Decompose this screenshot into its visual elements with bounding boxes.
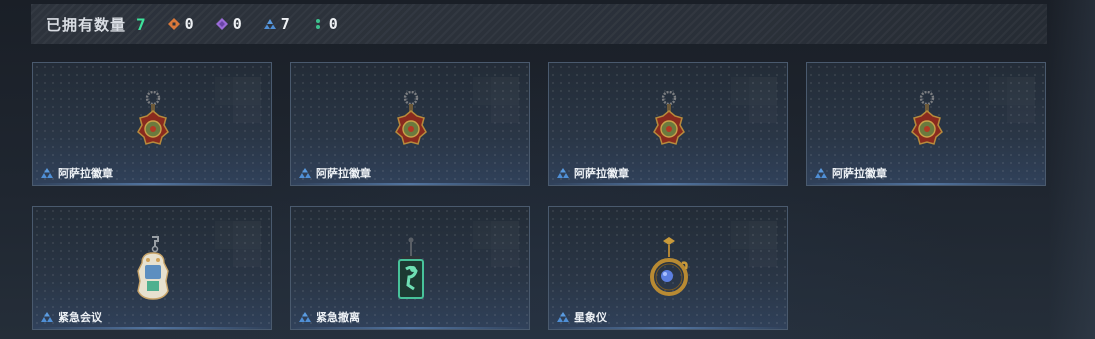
rarity-counter-green-value: 0 xyxy=(328,15,338,33)
item-card[interactable]: 阿萨拉徽章 xyxy=(548,62,788,186)
green-dots-icon xyxy=(315,19,320,29)
item-card[interactable]: 阿萨拉徽章 xyxy=(290,62,530,186)
item-name: 紧急撤离 xyxy=(316,311,360,324)
item-card[interactable]: 阿萨拉徽章 xyxy=(806,62,1046,186)
emergency-meeting-pendant-icon xyxy=(137,236,169,300)
item-name: 星象仪 xyxy=(574,311,607,324)
asala-badge-icon xyxy=(911,90,943,145)
item-name: 阿萨拉徽章 xyxy=(574,167,629,180)
owned-count-value: 7 xyxy=(136,14,146,34)
blue-triangle-icon xyxy=(41,168,53,178)
rarity-counter-purple-value: 0 xyxy=(232,15,242,33)
item-name: 阿萨拉徽章 xyxy=(316,167,371,180)
rarity-counter-orange: 0 xyxy=(167,15,194,33)
item-card[interactable]: 阿萨拉徽章 xyxy=(32,62,272,186)
item-name: 阿萨拉徽章 xyxy=(58,167,113,180)
asala-badge-icon xyxy=(653,90,685,145)
astrolabe-pendant-icon xyxy=(650,237,688,296)
rarity-counter-green: 0 xyxy=(312,15,338,33)
rarity-counter-purple: 0 xyxy=(215,15,242,33)
item-card[interactable]: 紧急撤离 xyxy=(290,206,530,330)
blue-triangle-icon xyxy=(299,168,311,178)
asala-badge-icon xyxy=(395,90,427,145)
item-name: 阿萨拉徽章 xyxy=(832,167,887,180)
owned-summary-bar: 已拥有数量 7 0 0 7 0 xyxy=(31,4,1047,44)
item-card[interactable]: 星象仪 xyxy=(548,206,788,330)
blue-triangle-icon xyxy=(557,168,569,178)
item-card[interactable]: 紧急会议 xyxy=(32,206,272,330)
blue-triangle-icon xyxy=(299,312,311,322)
owned-count-label: 已拥有数量 xyxy=(46,15,127,34)
blue-triangle-icon xyxy=(263,19,276,29)
asala-badge-icon xyxy=(137,90,169,145)
blue-triangle-icon xyxy=(41,312,53,322)
rarity-counter-blue-value: 7 xyxy=(280,15,290,33)
item-name: 紧急会议 xyxy=(58,311,102,324)
blue-triangle-icon xyxy=(557,312,569,322)
rarity-counter-blue: 7 xyxy=(263,15,290,33)
emergency-evacuation-pendant-icon xyxy=(398,237,424,299)
rarity-counter-orange-value: 0 xyxy=(184,15,194,33)
orange-diamond-icon xyxy=(167,18,180,30)
purple-diamond-icon xyxy=(215,18,228,30)
blue-triangle-icon xyxy=(815,168,827,178)
